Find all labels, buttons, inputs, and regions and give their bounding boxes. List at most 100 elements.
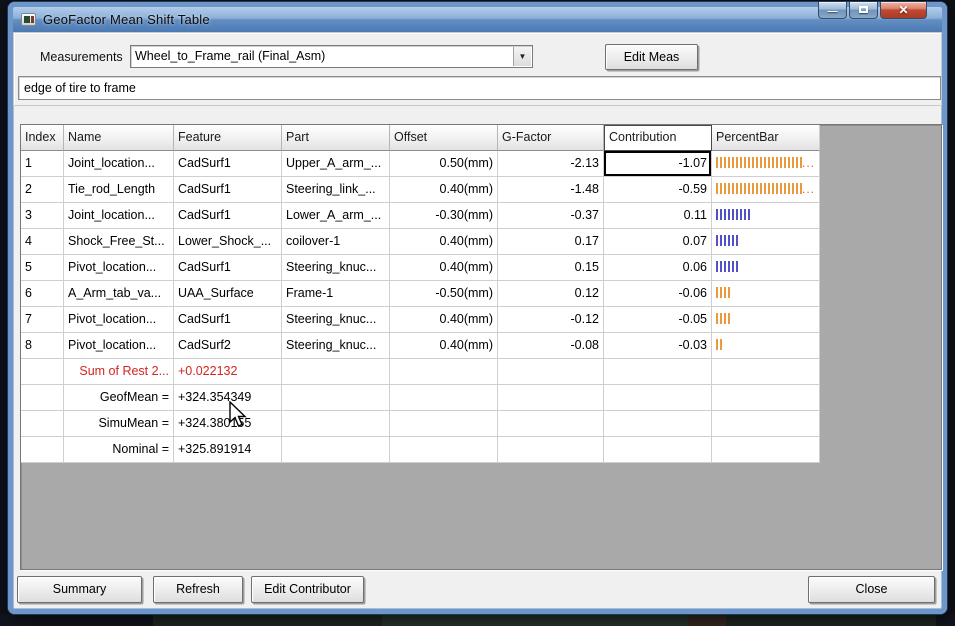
dropdown-arrow-icon[interactable]: ▼ <box>513 47 531 66</box>
cell-name[interactable]: Joint_location... <box>64 203 174 229</box>
cell-feature[interactable]: CadSurf2 <box>174 333 282 359</box>
cell-contribution[interactable]: 0.11 <box>604 203 712 229</box>
cell-name[interactable]: Pivot_location... <box>64 307 174 333</box>
cell-name[interactable]: Joint_location... <box>64 151 174 177</box>
column-header-contribution[interactable]: Contribution <box>604 125 712 151</box>
cell-gfactor[interactable]: -0.08 <box>498 333 604 359</box>
table-row: 3Joint_location...CadSurf1Lower_A_arm_..… <box>21 203 820 229</box>
cell-gfactor[interactable]: 0.15 <box>498 255 604 281</box>
column-header-index[interactable]: Index <box>21 125 64 151</box>
percent-bar-truncation: ... <box>802 182 815 196</box>
cell-gfactor[interactable]: -1.48 <box>498 177 604 203</box>
cell-part[interactable]: Steering_knuc... <box>282 333 390 359</box>
summary-label: SimuMean = <box>64 411 174 437</box>
summary-row: SimuMean =+324.380155 <box>21 411 820 437</box>
edit-meas-button[interactable]: Edit Meas <box>605 44 698 70</box>
cell-gfactor[interactable]: 0.17 <box>498 229 604 255</box>
cell-offset[interactable]: 0.40(mm) <box>390 333 498 359</box>
percent-bar <box>716 235 738 246</box>
measurements-dropdown[interactable]: Wheel_to_Frame_rail (Final_Asm) ▼ <box>130 45 533 68</box>
column-header-offset[interactable]: Offset <box>390 125 498 151</box>
cell-feature[interactable]: CadSurf1 <box>174 203 282 229</box>
desktop-background-strip <box>0 614 955 626</box>
cell-percentbar[interactable] <box>712 203 820 229</box>
cell-part[interactable]: Steering_knuc... <box>282 307 390 333</box>
cell-index[interactable]: 8 <box>21 333 64 359</box>
cell-feature[interactable]: Lower_Shock_... <box>174 229 282 255</box>
cell-feature[interactable]: CadSurf1 <box>174 255 282 281</box>
cell-part[interactable]: Steering_link_... <box>282 177 390 203</box>
cell-contribution[interactable]: 0.06 <box>604 255 712 281</box>
summary-label: GeofMean = <box>64 385 174 411</box>
cell-contribution[interactable]: -0.06 <box>604 281 712 307</box>
column-header-name[interactable]: Name <box>64 125 174 151</box>
column-header-percentbar[interactable]: PercentBar <box>712 125 820 151</box>
measurement-description-field[interactable] <box>18 76 941 100</box>
cell-gfactor[interactable]: -2.13 <box>498 151 604 177</box>
cell-feature[interactable]: CadSurf1 <box>174 307 282 333</box>
table-row: 2Tie_rod_LengthCadSurf1Steering_link_...… <box>21 177 820 203</box>
screen: { "window": { "title": "GeoFactor Mean S… <box>0 0 955 626</box>
cell-index[interactable]: 3 <box>21 203 64 229</box>
cell-index[interactable]: 4 <box>21 229 64 255</box>
cell-name[interactable]: Pivot_location... <box>64 333 174 359</box>
cell-part[interactable]: Upper_A_arm_... <box>282 151 390 177</box>
cell-name[interactable]: Pivot_location... <box>64 255 174 281</box>
cell-percentbar[interactable] <box>712 255 820 281</box>
cell-feature[interactable]: CadSurf1 <box>174 151 282 177</box>
close-window-button[interactable]: ✕ <box>880 2 927 19</box>
cell-name[interactable]: Tie_rod_Length <box>64 177 174 203</box>
cell-index[interactable]: 6 <box>21 281 64 307</box>
cell-empty <box>604 411 712 437</box>
cell-contribution[interactable]: -0.59 <box>604 177 712 203</box>
cell-feature[interactable]: CadSurf1 <box>174 177 282 203</box>
column-header-g-factor[interactable]: G-Factor <box>498 125 604 151</box>
cell-contribution[interactable]: -1.07 <box>604 151 712 177</box>
summary-label: Sum of Rest 2... <box>64 359 174 385</box>
cell-index[interactable]: 5 <box>21 255 64 281</box>
cell-name[interactable]: A_Arm_tab_va... <box>64 281 174 307</box>
cell-contribution[interactable]: -0.05 <box>604 307 712 333</box>
table-row: 1Joint_location...CadSurf1Upper_A_arm_..… <box>21 151 820 177</box>
cell-gfactor[interactable]: -0.12 <box>498 307 604 333</box>
cell-part[interactable]: Frame-1 <box>282 281 390 307</box>
cell-percentbar[interactable] <box>712 333 820 359</box>
column-header-part[interactable]: Part <box>282 125 390 151</box>
cell-contribution[interactable]: -0.03 <box>604 333 712 359</box>
cell-gfactor[interactable]: 0.12 <box>498 281 604 307</box>
cell-offset[interactable]: -0.50(mm) <box>390 281 498 307</box>
title-bar[interactable]: GeoFactor Mean Shift Table <box>13 7 942 33</box>
percent-bar <box>716 261 738 272</box>
cell-index[interactable]: 1 <box>21 151 64 177</box>
cell-offset[interactable]: -0.30(mm) <box>390 203 498 229</box>
cell-percentbar[interactable]: ... <box>712 177 820 203</box>
cell-percentbar[interactable] <box>712 229 820 255</box>
column-header-feature[interactable]: Feature <box>174 125 282 151</box>
maximize-icon <box>859 6 868 13</box>
cell-percentbar[interactable] <box>712 281 820 307</box>
cell-percentbar[interactable]: ... <box>712 151 820 177</box>
cell-part[interactable]: Lower_A_arm_... <box>282 203 390 229</box>
summary-row: Nominal =+325.891914 <box>21 437 820 463</box>
cell-feature[interactable]: UAA_Surface <box>174 281 282 307</box>
cell-index[interactable]: 7 <box>21 307 64 333</box>
cell-offset[interactable]: 0.40(mm) <box>390 307 498 333</box>
cell-offset[interactable]: 0.40(mm) <box>390 177 498 203</box>
cell-offset[interactable]: 0.40(mm) <box>390 229 498 255</box>
cell-part[interactable]: coilover-1 <box>282 229 390 255</box>
cell-percentbar[interactable] <box>712 307 820 333</box>
minimize-button[interactable]: — <box>818 2 847 19</box>
cell-index[interactable]: 2 <box>21 177 64 203</box>
cell-gfactor[interactable]: -0.37 <box>498 203 604 229</box>
edit-contributor-button[interactable]: Edit Contributor <box>251 576 364 603</box>
summary-button[interactable]: Summary <box>17 576 142 603</box>
close-button[interactable]: Close <box>808 576 935 603</box>
maximize-button[interactable] <box>849 2 878 19</box>
cell-name[interactable]: Shock_Free_St... <box>64 229 174 255</box>
mean-shift-grid[interactable]: IndexNameFeaturePartOffsetG-FactorContri… <box>20 124 942 570</box>
cell-part[interactable]: Steering_knuc... <box>282 255 390 281</box>
cell-offset[interactable]: 0.40(mm) <box>390 255 498 281</box>
cell-offset[interactable]: 0.50(mm) <box>390 151 498 177</box>
refresh-button[interactable]: Refresh <box>153 576 243 603</box>
cell-contribution[interactable]: 0.07 <box>604 229 712 255</box>
